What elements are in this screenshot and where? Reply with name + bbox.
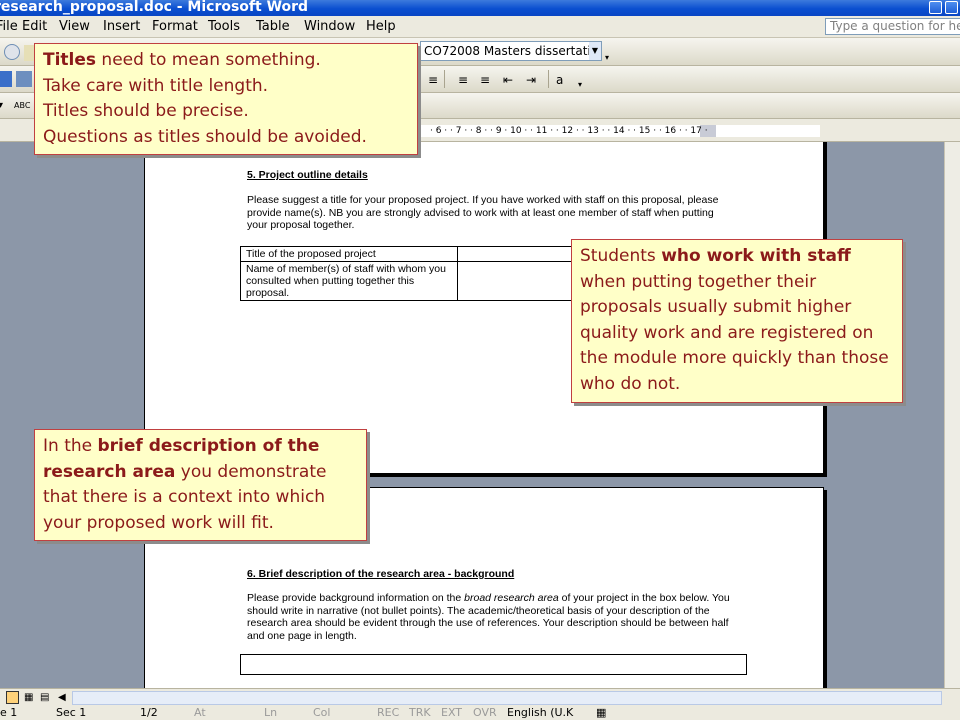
normal-view-icon[interactable] (6, 691, 19, 704)
toolbar-options-icon[interactable]: ▾ (578, 80, 588, 90)
project-outline-instructions: Please suggest a title for your proposed… (247, 194, 719, 231)
toolbar-separator (548, 70, 549, 88)
callout-titles: Titles need to mean something. Take care… (34, 43, 418, 155)
bullet-list-icon[interactable]: ≡ (480, 72, 496, 88)
callout-titles-line2: Take care with title length. (43, 75, 269, 96)
module-select-value: CO72008 Masters dissertation (424, 44, 602, 58)
help-search-input[interactable]: Type a question for help (825, 18, 960, 35)
menu-file[interactable]: File (0, 16, 18, 38)
status-rec[interactable]: REC (377, 706, 399, 720)
menu-help[interactable]: Help (366, 16, 396, 38)
module-select[interactable]: CO72008 Masters dissertation ▼ (420, 41, 602, 61)
menu-insert[interactable]: Insert (103, 16, 140, 38)
print-layout-icon[interactable]: ▤ (40, 691, 53, 704)
callout-titles-line4: Questions as titles should be avoided. (43, 126, 367, 147)
spelling-icon[interactable]: ABC (14, 98, 30, 114)
callout-staff-text-1: Students (580, 246, 662, 266)
spelling-status-icon[interactable]: ▦ (596, 706, 606, 720)
callout-brief-description: In the brief description of the research… (34, 429, 367, 541)
window-title: research_proposal.doc - Microsoft Word (0, 0, 309, 15)
decrease-indent-icon[interactable]: ⇤ (503, 72, 519, 88)
chevron-down-icon[interactable]: ▼ (589, 42, 601, 60)
maximize-button[interactable] (945, 1, 958, 14)
scroll-left-icon[interactable]: ◀ (58, 691, 71, 704)
status-ovr[interactable]: OVR (473, 706, 497, 720)
minimize-button[interactable] (929, 1, 942, 14)
status-page: e 1 (0, 706, 18, 719)
research-area-instructions: Please provide background information on… (247, 592, 742, 642)
title-bar: research_proposal.doc - Microsoft Word (0, 0, 960, 16)
status-page-count: 1/2 (140, 706, 158, 719)
document-area[interactable]: 5. Project outline details Please sugges… (0, 142, 944, 688)
vertical-scrollbar[interactable] (944, 142, 960, 688)
status-section: Sec 1 (56, 706, 87, 719)
callout-staff: Students who work with staff when puttin… (571, 239, 903, 403)
callout-staff-bold: who work with staff (661, 246, 851, 266)
research-area-input-box[interactable] (240, 654, 747, 675)
status-ext[interactable]: EXT (441, 706, 462, 720)
table-cell-label: Name of member(s) of staff with whom you… (240, 261, 458, 301)
status-trk[interactable]: TRK (409, 706, 431, 720)
menu-tools[interactable]: Tools (208, 16, 240, 38)
align-justify-icon[interactable]: ≡ (428, 72, 444, 88)
status-language: English (U.K (507, 706, 574, 719)
menu-table[interactable]: Table (256, 16, 290, 38)
status-line: Ln (264, 706, 278, 719)
ruler-ticks: · 6 · · 7 · · 8 · · 9 · 10 · · 11 · · 12… (430, 126, 708, 136)
print-icon[interactable] (16, 71, 32, 87)
language-icon[interactable]: a (556, 72, 572, 88)
callout-staff-text-2: when putting together their proposals us… (580, 271, 889, 394)
chevron-down-icon[interactable]: ▾ (0, 98, 14, 114)
status-at: At (194, 706, 206, 719)
toolbar-options-icon[interactable]: ▾ (605, 53, 615, 63)
save-icon[interactable] (0, 71, 12, 87)
horizontal-scrollbar[interactable] (72, 691, 942, 705)
research-area-text-italic: broad research area (464, 592, 559, 604)
callout-titles-line3: Titles should be precise. (43, 101, 249, 121)
view-bar: ▦ ▤ ◀ (0, 688, 960, 706)
menu-bar: File Edit View Insert Format Tools Table… (0, 16, 960, 38)
numbered-list-icon[interactable]: ≡ (458, 72, 474, 88)
web-layout-icon[interactable]: ▦ (24, 691, 37, 704)
menu-window[interactable]: Window (304, 16, 355, 38)
callout-titles-text: need to mean something. (96, 50, 321, 70)
research-area-text-1: Please provide background information on… (247, 592, 465, 604)
toolbar-separator (444, 70, 445, 88)
increase-indent-icon[interactable]: ⇥ (526, 72, 542, 88)
menu-edit[interactable]: Edit (22, 16, 47, 38)
callout-titles-bold: Titles (43, 50, 97, 70)
menu-format[interactable]: Format (152, 16, 198, 38)
status-column: Col (313, 706, 331, 719)
back-icon[interactable] (4, 44, 20, 60)
callout-brief-text-1: In the (43, 436, 98, 456)
menu-view[interactable]: View (59, 16, 90, 38)
table-cell-label: Title of the proposed project (240, 246, 458, 262)
section-heading-project-outline: 5. Project outline details (247, 169, 368, 181)
section-heading-research-area: 6. Brief description of the research are… (247, 568, 515, 580)
status-bar: e 1 Sec 1 1/2 At Ln Col REC TRK EXT OVR … (0, 706, 960, 720)
